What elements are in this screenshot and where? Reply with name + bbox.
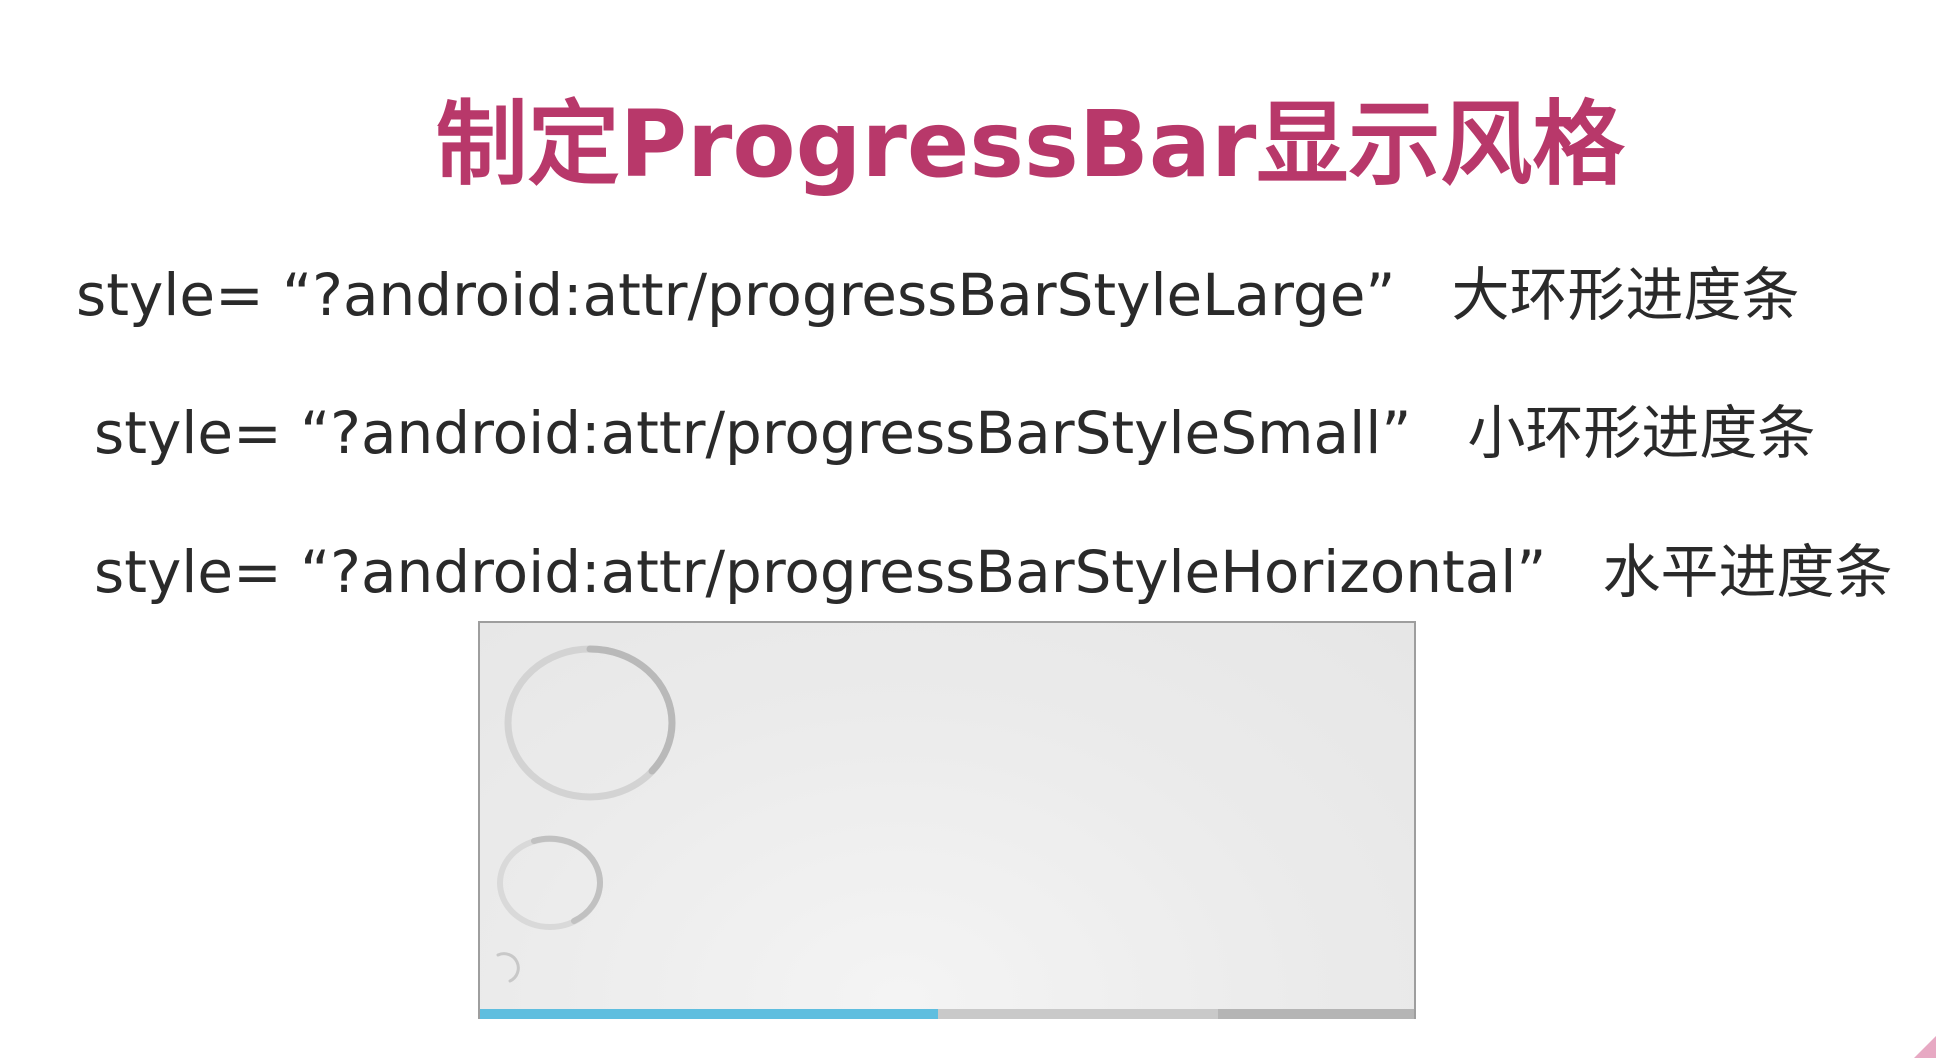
- style-code-small: style= “?android:attr/progressBarStyleSm…: [94, 399, 1412, 467]
- tiny-ring-progress-spinner: [496, 952, 520, 983]
- style-code-large: style= “?android:attr/progressBarStyleLa…: [76, 261, 1396, 329]
- small-ring-progress-spinner: [497, 835, 604, 930]
- progressbar-demo-screen: [478, 621, 1416, 1019]
- style-line-small: style= “?android:attr/progressBarStyleSm…: [94, 386, 1815, 470]
- slide-title: 制定ProgressBar显示风格: [435, 91, 1625, 198]
- style-line-large: style= “?android:attr/progressBarStyleLa…: [76, 248, 1800, 332]
- style-line-horizontal: style= “?android:attr/progressBarStyleHo…: [94, 525, 1892, 609]
- style-desc-small: 小环形进度条: [1467, 399, 1816, 467]
- large-ring-progress-spinner: [504, 645, 676, 801]
- horizontal-progress-bar: [480, 1009, 1414, 1019]
- style-desc-horizontal: 水平进度条: [1602, 538, 1893, 606]
- style-code-horizontal: style= “?android:attr/progressBarStyleHo…: [94, 538, 1547, 606]
- horizontal-progress-primary-fill: [480, 1009, 938, 1019]
- style-desc-large: 大环形进度条: [1451, 261, 1800, 329]
- corner-decoration: [1914, 1036, 1936, 1058]
